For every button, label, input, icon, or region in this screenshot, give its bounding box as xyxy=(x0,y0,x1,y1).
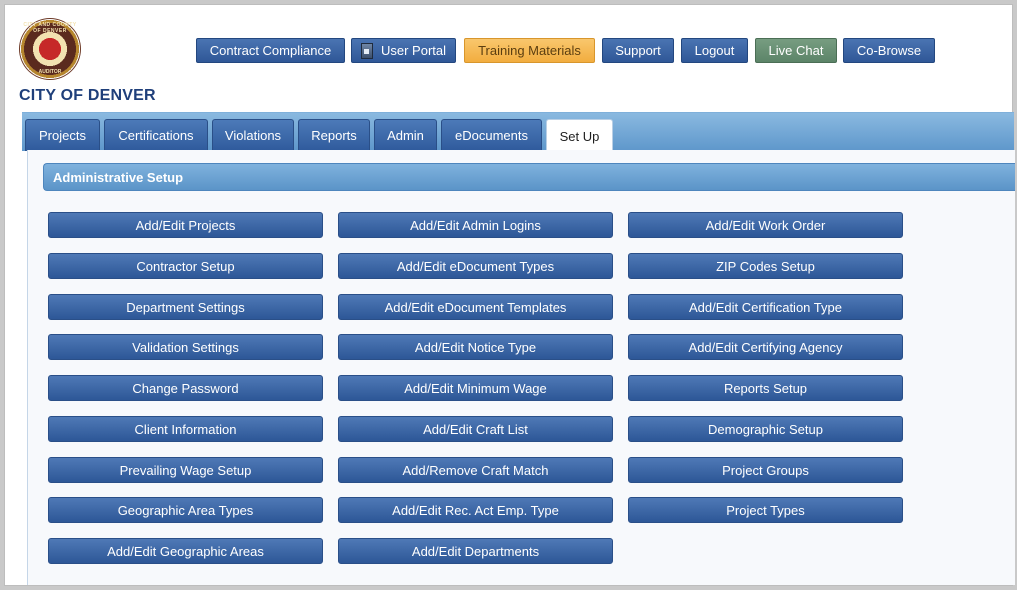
add-edit-admin-logins-button[interactable]: Add/Edit Admin Logins xyxy=(338,212,613,238)
change-password-button[interactable]: Change Password xyxy=(48,375,323,401)
add-remove-craft-match-button[interactable]: Add/Remove Craft Match xyxy=(338,457,613,483)
button-label: Add/Edit Work Order xyxy=(705,217,826,233)
zip-codes-setup-button[interactable]: ZIP Codes Setup xyxy=(628,253,903,279)
button-label: Contractor Setup xyxy=(136,258,235,274)
button-label: Add/Edit Admin Logins xyxy=(410,217,541,233)
button-label: Add/Edit Certification Type xyxy=(689,299,842,315)
tab-edocuments[interactable]: eDocuments xyxy=(441,119,542,151)
button-label: Client Information xyxy=(134,421,237,437)
tab-set-up[interactable]: Set Up xyxy=(546,119,613,152)
support-label: Support xyxy=(615,43,661,58)
add-edit-certification-type-button[interactable]: Add/Edit Certification Type xyxy=(628,294,903,320)
tab-projects[interactable]: Projects xyxy=(25,119,100,151)
button-label: Geographic Area Types xyxy=(117,502,254,518)
project-groups-button[interactable]: Project Groups xyxy=(628,457,903,483)
logout-label: Logout xyxy=(694,43,735,58)
add-edit-projects-button[interactable]: Add/Edit Projects xyxy=(48,212,323,238)
button-label: Reports Setup xyxy=(723,380,808,396)
tab-label: Certifications xyxy=(118,128,194,143)
tab-label: Set Up xyxy=(559,128,600,144)
contract-compliance-button[interactable]: Contract Compliance xyxy=(196,38,345,63)
main-tab-bar: Projects Certifications Violations Repor… xyxy=(22,112,1014,152)
user-portal-label: User Portal xyxy=(380,43,447,58)
contractor-setup-button[interactable]: Contractor Setup xyxy=(48,253,323,279)
add-edit-rec-act-emp-type-button[interactable]: Add/Edit Rec. Act Emp. Type xyxy=(338,497,613,523)
button-label: Add/Edit Departments xyxy=(411,543,540,559)
add-edit-certifying-agency-button[interactable]: Add/Edit Certifying Agency xyxy=(628,334,903,360)
logout-button[interactable]: Logout xyxy=(681,38,748,63)
add-edit-minimum-wage-button[interactable]: Add/Edit Minimum Wage xyxy=(338,375,613,401)
button-label: Add/Edit Rec. Act Emp. Type xyxy=(392,502,559,518)
button-label: Prevailing Wage Setup xyxy=(119,462,252,478)
add-edit-work-order-button[interactable]: Add/Edit Work Order xyxy=(628,212,903,238)
logo-bottom-text: AUDITOR xyxy=(38,69,62,75)
tab-label: Projects xyxy=(39,128,86,143)
project-types-button[interactable]: Project Types xyxy=(628,497,903,523)
tab-label: Reports xyxy=(311,128,357,143)
contract-compliance-label: Contract Compliance xyxy=(209,43,332,58)
button-label: Add/Edit Notice Type xyxy=(414,339,537,355)
button-label: Add/Edit eDocument Templates xyxy=(384,299,567,315)
button-label: Add/Edit Projects xyxy=(135,217,236,233)
live-chat-button[interactable]: Live Chat xyxy=(755,38,837,63)
tab-label: Violations xyxy=(224,128,282,143)
section-title: Administrative Setup xyxy=(53,169,184,185)
button-label: ZIP Codes Setup xyxy=(716,258,815,274)
button-label: Demographic Setup xyxy=(708,421,823,437)
live-chat-label: Live Chat xyxy=(768,43,824,58)
button-label: Project Groups xyxy=(722,462,809,478)
department-settings-button[interactable]: Department Settings xyxy=(48,294,323,320)
denver-auditor-seal-logo: CITY AND COUNTY OF DENVER AUDITOR xyxy=(19,18,81,80)
training-materials-label: Training Materials xyxy=(478,43,581,58)
setup-content-panel: Administrative Setup Add/Edit Projects C… xyxy=(27,150,1015,585)
button-label: Add/Remove Craft Match xyxy=(402,462,549,478)
client-information-button[interactable]: Client Information xyxy=(48,416,323,442)
tab-label: eDocuments xyxy=(455,128,528,143)
geographic-area-types-button[interactable]: Geographic Area Types xyxy=(48,497,323,523)
reports-setup-button[interactable]: Reports Setup xyxy=(628,375,903,401)
portal-door-icon xyxy=(360,42,373,59)
button-label: Validation Settings xyxy=(132,339,239,355)
button-label: Add/Edit Certifying Agency xyxy=(688,339,843,355)
button-label: Add/Edit Minimum Wage xyxy=(404,380,547,396)
add-edit-notice-type-button[interactable]: Add/Edit Notice Type xyxy=(338,334,613,360)
validation-settings-button[interactable]: Validation Settings xyxy=(48,334,323,360)
logo-seal-text: CITY AND COUNTY OF DENVER xyxy=(23,22,77,34)
administrative-setup-header: Administrative Setup xyxy=(43,163,1015,191)
co-browse-label: Co-Browse xyxy=(856,43,922,58)
demographic-setup-button[interactable]: Demographic Setup xyxy=(628,416,903,442)
add-edit-craft-list-button[interactable]: Add/Edit Craft List xyxy=(338,416,613,442)
button-label: Department Settings xyxy=(126,299,245,315)
button-label: Add/Edit eDocument Types xyxy=(396,258,555,274)
tab-admin[interactable]: Admin xyxy=(374,119,437,151)
add-edit-geographic-areas-button[interactable]: Add/Edit Geographic Areas xyxy=(48,538,323,564)
button-label: Project Types xyxy=(726,502,805,518)
add-edit-departments-button[interactable]: Add/Edit Departments xyxy=(338,538,613,564)
button-label: Add/Edit Geographic Areas xyxy=(107,543,264,559)
app-frame: CITY AND COUNTY OF DENVER AUDITOR Contra… xyxy=(4,4,1015,586)
tab-label: Admin xyxy=(387,128,424,143)
training-materials-button[interactable]: Training Materials xyxy=(464,38,595,63)
add-edit-edocument-templates-button[interactable]: Add/Edit eDocument Templates xyxy=(338,294,613,320)
tab-reports[interactable]: Reports xyxy=(298,119,370,151)
support-button[interactable]: Support xyxy=(602,38,674,63)
city-title: CITY OF DENVER xyxy=(19,87,156,104)
button-label: Change Password xyxy=(132,380,239,396)
user-portal-button[interactable]: User Portal xyxy=(351,38,456,63)
button-label: Add/Edit Craft List xyxy=(423,421,528,437)
prevailing-wage-setup-button[interactable]: Prevailing Wage Setup xyxy=(48,457,323,483)
tab-violations[interactable]: Violations xyxy=(212,119,294,151)
add-edit-edocument-types-button[interactable]: Add/Edit eDocument Types xyxy=(338,253,613,279)
co-browse-button[interactable]: Co-Browse xyxy=(843,38,935,63)
tab-certifications[interactable]: Certifications xyxy=(104,119,208,151)
